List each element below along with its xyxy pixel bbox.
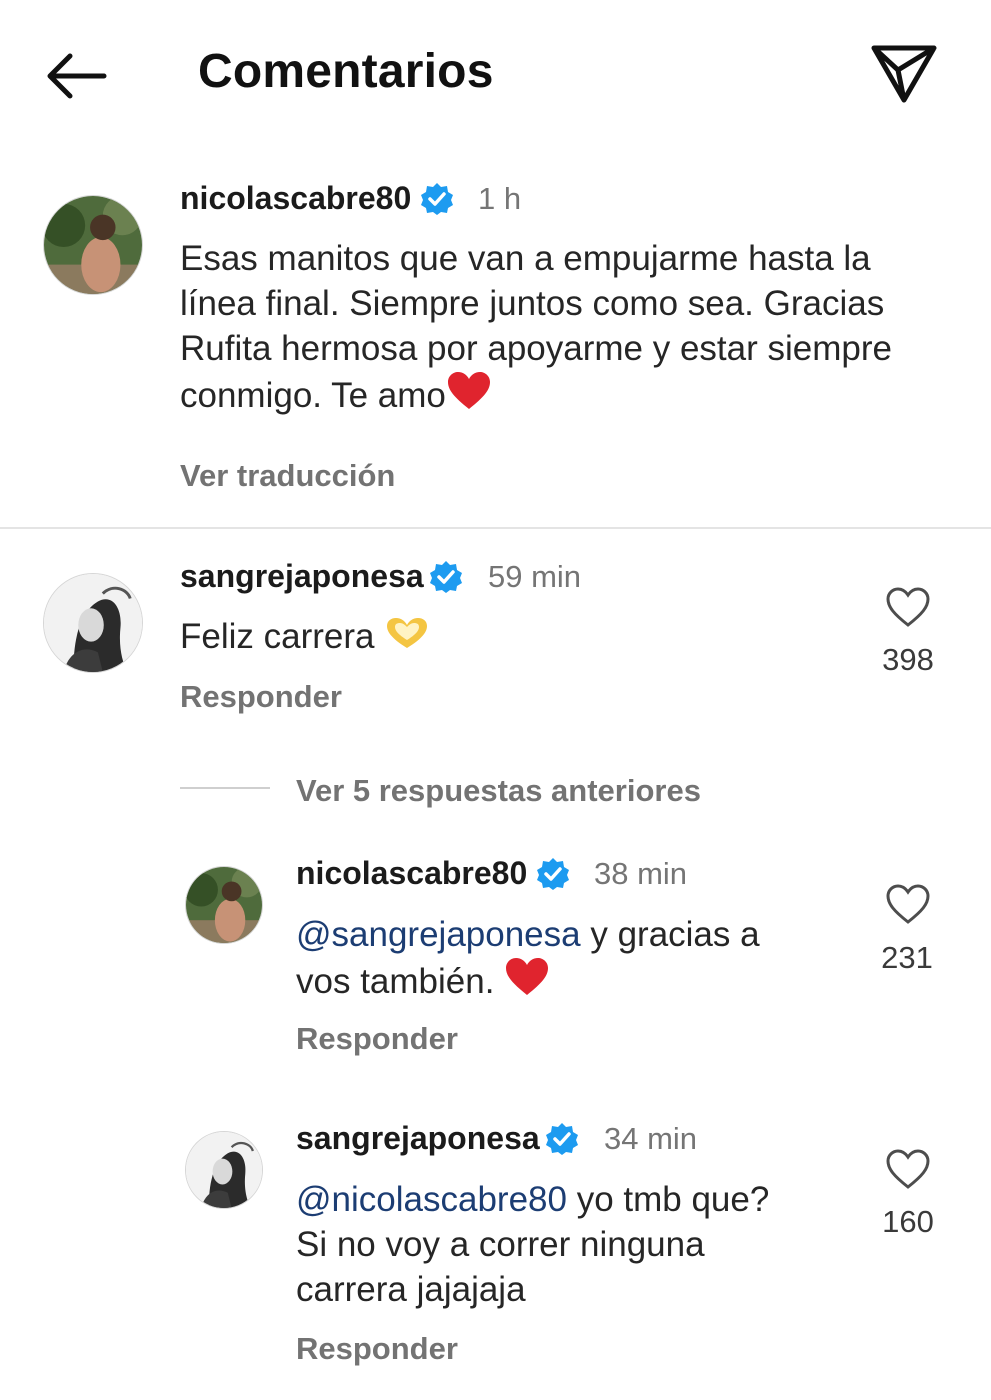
heart-outline-icon[interactable] [884, 585, 932, 629]
username[interactable]: nicolascabre80 [296, 855, 527, 892]
share-button[interactable] [868, 40, 940, 106]
page-title: Comentarios [198, 45, 494, 98]
profile-photo [186, 867, 262, 943]
username[interactable]: sangrejaponesa [180, 558, 424, 595]
username[interactable]: nicolascabre80 [180, 180, 411, 217]
verified-badge-icon [546, 1123, 578, 1155]
caption-body: Esas manitos que van a empujarme hasta l… [180, 239, 892, 415]
like-count: 160 [882, 1204, 934, 1239]
header: Comentarios [0, 0, 991, 150]
heart-icon [504, 957, 550, 1008]
verified-badge-icon [430, 561, 462, 593]
like-count: 231 [881, 940, 933, 975]
comment-body: Feliz carrera [180, 617, 385, 656]
translate-link[interactable]: Ver traducción [180, 458, 395, 494]
divider [0, 527, 991, 529]
caption-text: Esas manitos que van a empujarme hasta l… [180, 236, 920, 422]
verified-badge-icon [421, 183, 453, 215]
profile-photo [44, 196, 142, 294]
reply-button[interactable]: Responder [296, 1021, 458, 1057]
heart-icon [446, 371, 492, 422]
avatar[interactable] [185, 1131, 263, 1209]
profile-photo [186, 1132, 262, 1208]
reply-body-line1: y gracias a [580, 915, 760, 954]
comments-screen: Comentarios nicolascabre80 1 h Esas mani… [0, 0, 991, 1400]
arrow-left-icon [47, 53, 107, 99]
replies-divider-line [180, 787, 270, 789]
reply-text: @nicolascabre80 yo tmb que? Si no voy a c… [296, 1177, 856, 1312]
view-replies-link[interactable]: Ver 5 respuestas anteriores [296, 773, 701, 809]
timestamp: 1 h [478, 181, 522, 216]
comment-text: Feliz carrera [180, 614, 820, 663]
heart-hands-icon [384, 616, 430, 663]
mention-link[interactable]: @sangrejaponesa [296, 915, 581, 954]
reply-body-line2: Si no voy a correr ninguna [296, 1225, 705, 1264]
mention-link[interactable]: @nicolascabre80 [296, 1180, 567, 1219]
profile-photo [44, 574, 142, 672]
heart-outline-icon[interactable] [884, 882, 932, 926]
reply-button[interactable]: Responder [180, 679, 342, 715]
reply-text: @sangrejaponesa y gracias a vos también. [296, 912, 856, 1008]
avatar[interactable] [43, 195, 143, 295]
timestamp: 59 min [488, 559, 582, 594]
like-count: 398 [882, 642, 934, 677]
avatar[interactable] [185, 866, 263, 944]
username[interactable]: sangrejaponesa [296, 1120, 540, 1157]
timestamp: 34 min [604, 1121, 698, 1156]
heart-outline-icon[interactable] [884, 1147, 932, 1191]
timestamp: 38 min [594, 856, 688, 891]
paper-plane-icon [871, 45, 937, 103]
reply-body-line1: yo tmb que? [566, 1180, 770, 1219]
reply-body-line2: vos también. [296, 962, 505, 1001]
back-button[interactable] [40, 48, 112, 104]
reply-button[interactable]: Responder [296, 1331, 458, 1367]
reply-body-line3: carrera jajajaja [296, 1270, 526, 1309]
avatar[interactable] [43, 573, 143, 673]
verified-badge-icon [537, 858, 569, 890]
